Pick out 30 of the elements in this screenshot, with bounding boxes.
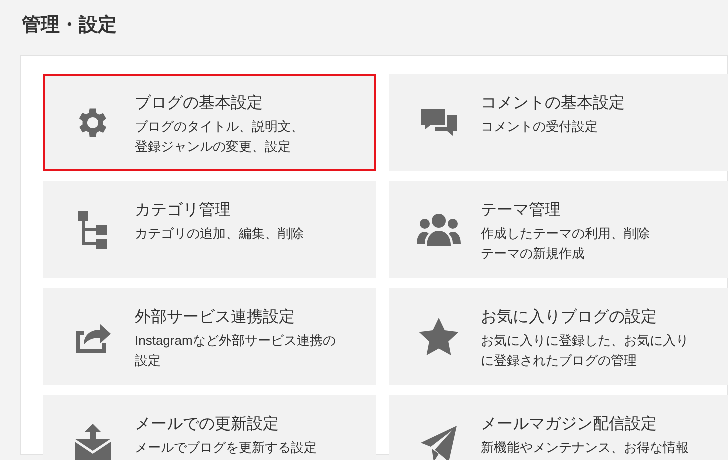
- settings-card[interactable]: 外部サービス連携設定 Instagramなど外部サービス連携の 設定: [43, 288, 376, 385]
- settings-card[interactable]: コメントの基本設定 コメントの受付設定: [389, 74, 728, 171]
- settings-card[interactable]: メールマガジン配信設定 新機能やメンテナンス、お得な情報: [389, 395, 728, 460]
- card-title: コメントの基本設定: [481, 94, 625, 114]
- card-description: 新機能やメンテナンス、お得な情報: [481, 439, 689, 457]
- card-description: ブログのタイトル、説明文、 登録ジャンルの変更、設定: [135, 118, 304, 156]
- card-title: テーマ管理: [481, 201, 562, 221]
- card-description: 作成したテーマの利用、削除 テーマの新規作成: [481, 225, 650, 263]
- settings-card[interactable]: テーマ管理 作成したテーマの利用、削除 テーマの新規作成: [389, 181, 728, 278]
- card-description: カテゴリの追加、編集、削除: [135, 225, 304, 243]
- settings-card[interactable]: お気に入りブログの設定 お気に入りに登録した、お気に入り に登録されたブログの管理: [389, 288, 728, 385]
- card-description: コメントの受付設定: [481, 118, 599, 136]
- mail-icon: [73, 424, 113, 460]
- card-title: メールマガジン配信設定: [481, 414, 658, 435]
- paper-plane-icon: [419, 425, 459, 460]
- card-description: メールでブログを更新する設定: [135, 439, 317, 457]
- card-description: お気に入りに登録した、お気に入り に登録されたブログの管理: [481, 332, 689, 370]
- page-title: 管理・設定: [21, 14, 118, 38]
- tree-icon: [76, 210, 110, 250]
- people-group-icon: [417, 212, 461, 248]
- settings-card[interactable]: メールでの更新設定 メールでブログを更新する設定: [43, 395, 376, 460]
- card-title: ブログの基本設定: [135, 94, 264, 114]
- star-icon: [419, 318, 459, 356]
- settings-card[interactable]: カテゴリ管理 カテゴリの追加、編集、削除: [43, 181, 376, 278]
- card-title: メールでの更新設定: [135, 414, 280, 435]
- card-title: カテゴリ管理: [135, 201, 232, 221]
- card-title: 外部サービス連携設定: [135, 308, 296, 328]
- card-title: お気に入りブログの設定: [481, 308, 658, 328]
- card-description: Instagramなど外部サービス連携の 設定: [135, 332, 336, 370]
- settings-card[interactable]: ブログの基本設定 ブログのタイトル、説明文、 登録ジャンルの変更、設定: [43, 74, 376, 171]
